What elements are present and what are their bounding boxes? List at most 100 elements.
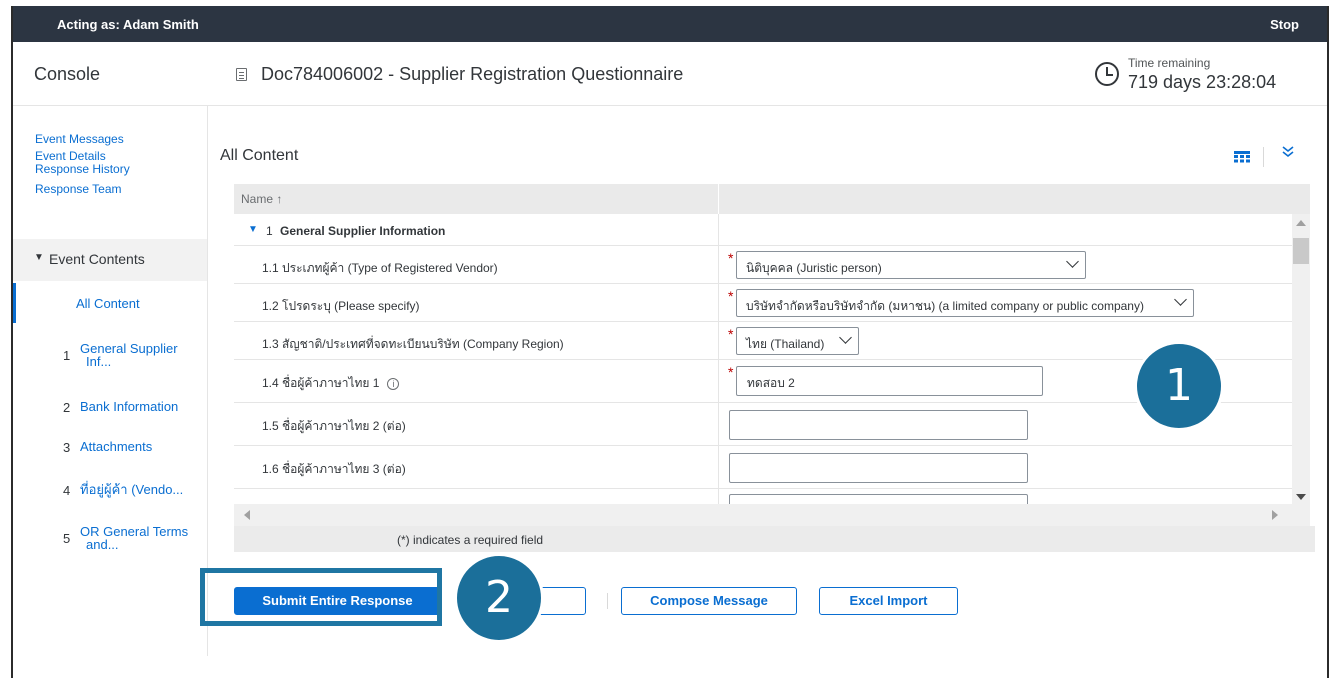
question-label: 1.2 โปรดระบุ (Please specify) xyxy=(262,299,420,313)
vendor-name-thai-3-input[interactable] xyxy=(729,453,1028,483)
column-divider xyxy=(718,403,719,445)
table-header: Name ↑ xyxy=(234,184,1310,214)
vendor-type-select[interactable]: นิติบุคคล (Juristic person) xyxy=(736,251,1086,279)
question-label: 1.4 ชื่อผู้ค้าภาษาไทย 1 i xyxy=(262,374,400,393)
event-contents-header[interactable]: ▼ Event Contents xyxy=(13,239,207,281)
scroll-down-arrow-icon[interactable] xyxy=(1296,494,1306,500)
scroll-right-arrow-icon[interactable] xyxy=(1272,510,1278,520)
sidebar-item-all-content[interactable]: All Content xyxy=(13,283,207,323)
table-row: 1.6 ชื่อผู้ค้าภาษาไทย 3 (ต่อ) xyxy=(234,446,1292,489)
scroll-up-arrow-icon[interactable] xyxy=(1296,220,1306,226)
sidebar-item-number: 1 xyxy=(63,348,71,363)
sidebar-item-number: 5 xyxy=(63,531,71,546)
document-icon xyxy=(236,68,247,81)
time-remaining-label: Time remaining xyxy=(1128,56,1211,70)
time-remaining-value: 719 days 23:28:04 xyxy=(1128,72,1277,92)
company-type-select[interactable]: บริษัทจำกัดหรือบริษัทจำกัด (มหาชน) (a li… xyxy=(736,289,1194,317)
event-details-link[interactable]: Event Details xyxy=(35,149,130,163)
column-divider xyxy=(718,246,719,283)
top-bar: Acting as: Adam Smith Stop xyxy=(13,6,1327,42)
page-title: Doc784006002 - Supplier Registration Que… xyxy=(261,64,684,84)
sidebar-item-number: 3 xyxy=(63,440,71,455)
stop-button[interactable]: Stop xyxy=(1270,17,1299,32)
section-number: 1 xyxy=(266,224,273,238)
required-marker: * xyxy=(728,288,734,304)
clock-icon xyxy=(1095,62,1119,86)
column-header-name[interactable]: Name ↑ xyxy=(241,192,282,206)
column-divider xyxy=(718,184,719,214)
double-chevron-down-icon[interactable] xyxy=(1282,145,1294,159)
column-divider xyxy=(718,360,719,402)
table-row: 1.5 ชื่อผู้ค้าภาษาไทย 2 (ต่อ) xyxy=(234,403,1292,446)
sidebar-item-number: 4 xyxy=(63,483,71,498)
sidebar-item-number: 2 xyxy=(63,400,71,415)
sidebar-item-label-cont: Inf... xyxy=(86,354,112,369)
required-marker: * xyxy=(728,250,734,266)
column-divider xyxy=(718,489,719,504)
collapse-triangle-icon: ▼ xyxy=(34,252,44,263)
sidebar-item-label: All Content xyxy=(76,296,140,311)
sidebar: Event Messages Event Details Response Hi… xyxy=(13,106,208,656)
event-contents-label: Event Contents xyxy=(49,251,145,267)
toolbar-divider xyxy=(1263,147,1264,167)
compose-message-button[interactable]: Compose Message xyxy=(621,587,797,615)
event-messages-link[interactable]: Event Messages xyxy=(35,129,130,149)
sidebar-item-vendor-address[interactable]: 4 ที่อยู่ผู้ค้า (Vendo... xyxy=(13,478,207,502)
response-team-link[interactable]: Response Team xyxy=(35,176,130,203)
table-row: 1.2 โปรดระบุ (Please specify) * บริษัทจำ… xyxy=(234,284,1292,322)
question-label: 1.3 สัญชาติ/ประเทศที่จดทะเบียนบริษัท (Co… xyxy=(262,337,564,351)
chevron-down-icon xyxy=(839,331,852,344)
page-header: Console Doc784006002 - Supplier Registra… xyxy=(13,42,1327,106)
required-field-note-text: (*) indicates a required field xyxy=(397,533,544,547)
acting-as-label: Acting as: Adam Smith xyxy=(57,17,199,32)
select-value: บริษัทจำกัดหรือบริษัทจำกัด (มหาชน) (a li… xyxy=(746,299,1144,313)
sidebar-links: Event Messages Event Details Response Hi… xyxy=(35,129,130,203)
question-label: 1.1 ประเภทผู้ค้า (Type of Registered Ven… xyxy=(262,261,498,275)
scroll-left-arrow-icon[interactable] xyxy=(244,510,250,520)
section-title: All Content xyxy=(220,147,299,164)
chevron-down-icon xyxy=(1066,255,1079,268)
info-icon[interactable]: i xyxy=(387,378,400,390)
table-row-partial xyxy=(234,489,1292,504)
sidebar-item-or-general-terms[interactable]: 5 OR General Terms and... xyxy=(13,522,207,562)
expand-triangle-icon[interactable]: ▼ xyxy=(248,224,258,235)
table-row: 1.1 ประเภทผู้ค้า (Type of Registered Ven… xyxy=(234,246,1292,284)
column-divider xyxy=(718,284,719,321)
column-divider xyxy=(718,322,719,359)
console-title: Console xyxy=(34,64,101,84)
vertical-scrollbar[interactable] xyxy=(1292,214,1310,504)
select-value: นิติบุคคล (Juristic person) xyxy=(746,261,882,275)
horizontal-scrollbar[interactable] xyxy=(234,504,1310,526)
scroll-thumb[interactable] xyxy=(1293,238,1309,264)
select-value: ไทย (Thailand) xyxy=(746,337,825,351)
sidebar-item-general-supplier[interactable]: 1 General Supplier Inf... xyxy=(13,338,207,378)
response-history-link[interactable]: Response History xyxy=(35,163,130,176)
question-label: 1.5 ชื่อผู้ค้าภาษาไทย 2 (ต่อ) xyxy=(262,419,406,433)
sidebar-item-attachments[interactable]: 3 Attachments xyxy=(13,435,207,459)
submit-highlight-box xyxy=(200,568,442,626)
sidebar-item-label-cont: and... xyxy=(86,537,119,552)
company-region-select[interactable]: ไทย (Thailand) xyxy=(736,327,859,355)
button-divider xyxy=(607,593,608,609)
sidebar-item-bank-information[interactable]: 2 Bank Information xyxy=(13,395,207,419)
vendor-name-thai-2-input[interactable] xyxy=(729,410,1028,440)
question-label-text: 1.4 ชื่อผู้ค้าภาษาไทย 1 xyxy=(262,376,380,390)
partial-input[interactable] xyxy=(729,494,1028,504)
callout-badge-1: 1 xyxy=(1134,341,1224,431)
column-divider xyxy=(718,214,719,245)
required-marker: * xyxy=(728,364,734,380)
vendor-name-thai-1-input[interactable]: ทดสอบ 2 xyxy=(736,366,1043,396)
column-divider xyxy=(718,446,719,488)
table-view-icon[interactable] xyxy=(1234,151,1250,163)
sidebar-item-label: Attachments xyxy=(80,439,153,454)
sidebar-item-label: ที่อยู่ผู้ค้า (Vendo... xyxy=(80,482,184,497)
excel-import-button[interactable]: Excel Import xyxy=(819,587,958,615)
callout-badge-2: 2 xyxy=(454,553,544,643)
section-label: General Supplier Information xyxy=(280,224,446,238)
question-label: 1.6 ชื่อผู้ค้าภาษาไทย 3 (ต่อ) xyxy=(262,462,406,476)
sidebar-item-label: Bank Information xyxy=(80,399,179,414)
table-row: 1.3 สัญชาติ/ประเทศที่จดทะเบียนบริษัท (Co… xyxy=(234,322,1292,360)
required-field-note: (*) indicates a required field xyxy=(234,526,1315,552)
required-marker: * xyxy=(728,326,734,342)
section-row[interactable]: ▼ 1 General Supplier Information xyxy=(234,214,1292,246)
